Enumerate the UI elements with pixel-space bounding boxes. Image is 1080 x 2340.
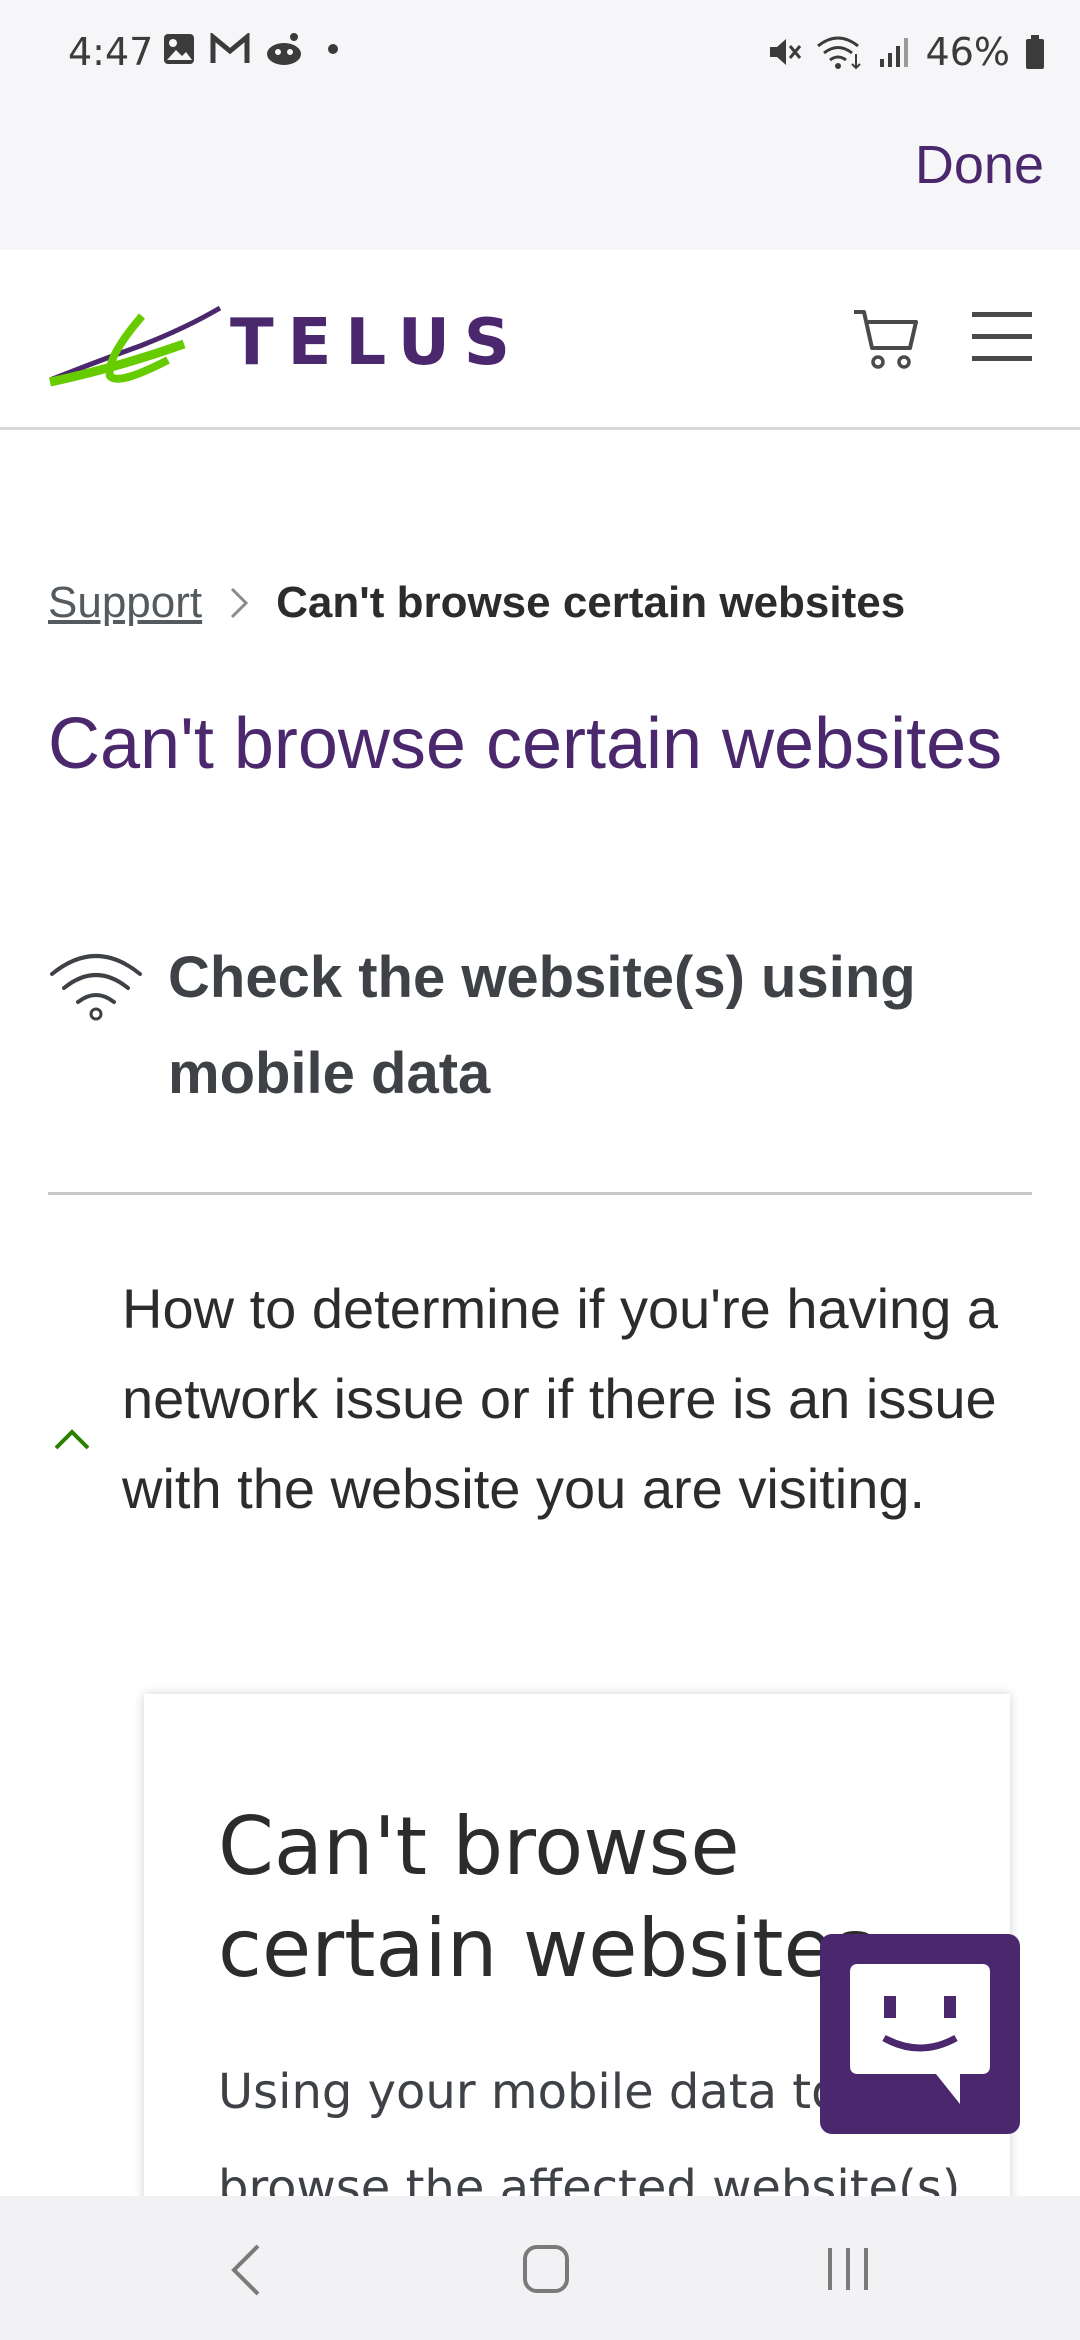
recents-icon[interactable]	[824, 2246, 872, 2292]
cart-icon[interactable]	[852, 308, 920, 370]
chevron-up-icon[interactable]	[52, 1426, 92, 1452]
wifi-signal-icon	[816, 36, 861, 70]
status-time: 4:47	[68, 30, 154, 74]
logo-text: TELUS	[230, 306, 524, 380]
back-icon[interactable]	[226, 2242, 266, 2298]
breadcrumb: Support Can't browse certain websites	[48, 578, 905, 628]
battery-icon	[1026, 35, 1044, 69]
dot-icon	[328, 44, 338, 54]
mute-icon	[769, 39, 801, 65]
accordion-title[interactable]: How to determine if you're having a netw…	[122, 1264, 1002, 1534]
notification-icons	[162, 32, 348, 66]
section-heading-text: Check the website(s) using mobile data	[168, 945, 916, 1106]
page-title: Can't browse certain websites	[48, 704, 1003, 784]
done-button[interactable]: Done	[915, 134, 1044, 196]
divider	[48, 1192, 1032, 1195]
telus-logo-mark-icon	[49, 305, 222, 387]
gmail-icon	[210, 33, 250, 63]
reddit-icon	[267, 33, 301, 65]
site-header: TELUS	[0, 250, 1080, 430]
system-icons: 46%	[766, 30, 1046, 74]
chat-bubble-icon	[850, 1964, 990, 2104]
gallery-icon	[164, 34, 194, 64]
hamburger-menu-icon[interactable]	[970, 310, 1034, 362]
cell-signal-icon	[879, 38, 908, 67]
telus-logo[interactable]: TELUS	[46, 298, 524, 388]
chevron-right-icon	[231, 587, 249, 619]
breadcrumb-support-link[interactable]: Support	[48, 578, 202, 628]
status-bar: 4:47 46%	[0, 0, 1080, 104]
breadcrumb-current: Can't browse certain websites	[276, 578, 906, 627]
battery-percentage: 46%	[925, 30, 1010, 74]
home-icon[interactable]	[522, 2244, 570, 2294]
browser-toolbar: Done	[0, 104, 1080, 250]
system-nav-bar	[0, 2196, 1080, 2340]
chat-button[interactable]	[820, 1934, 1020, 2134]
wifi-icon	[50, 954, 142, 1021]
